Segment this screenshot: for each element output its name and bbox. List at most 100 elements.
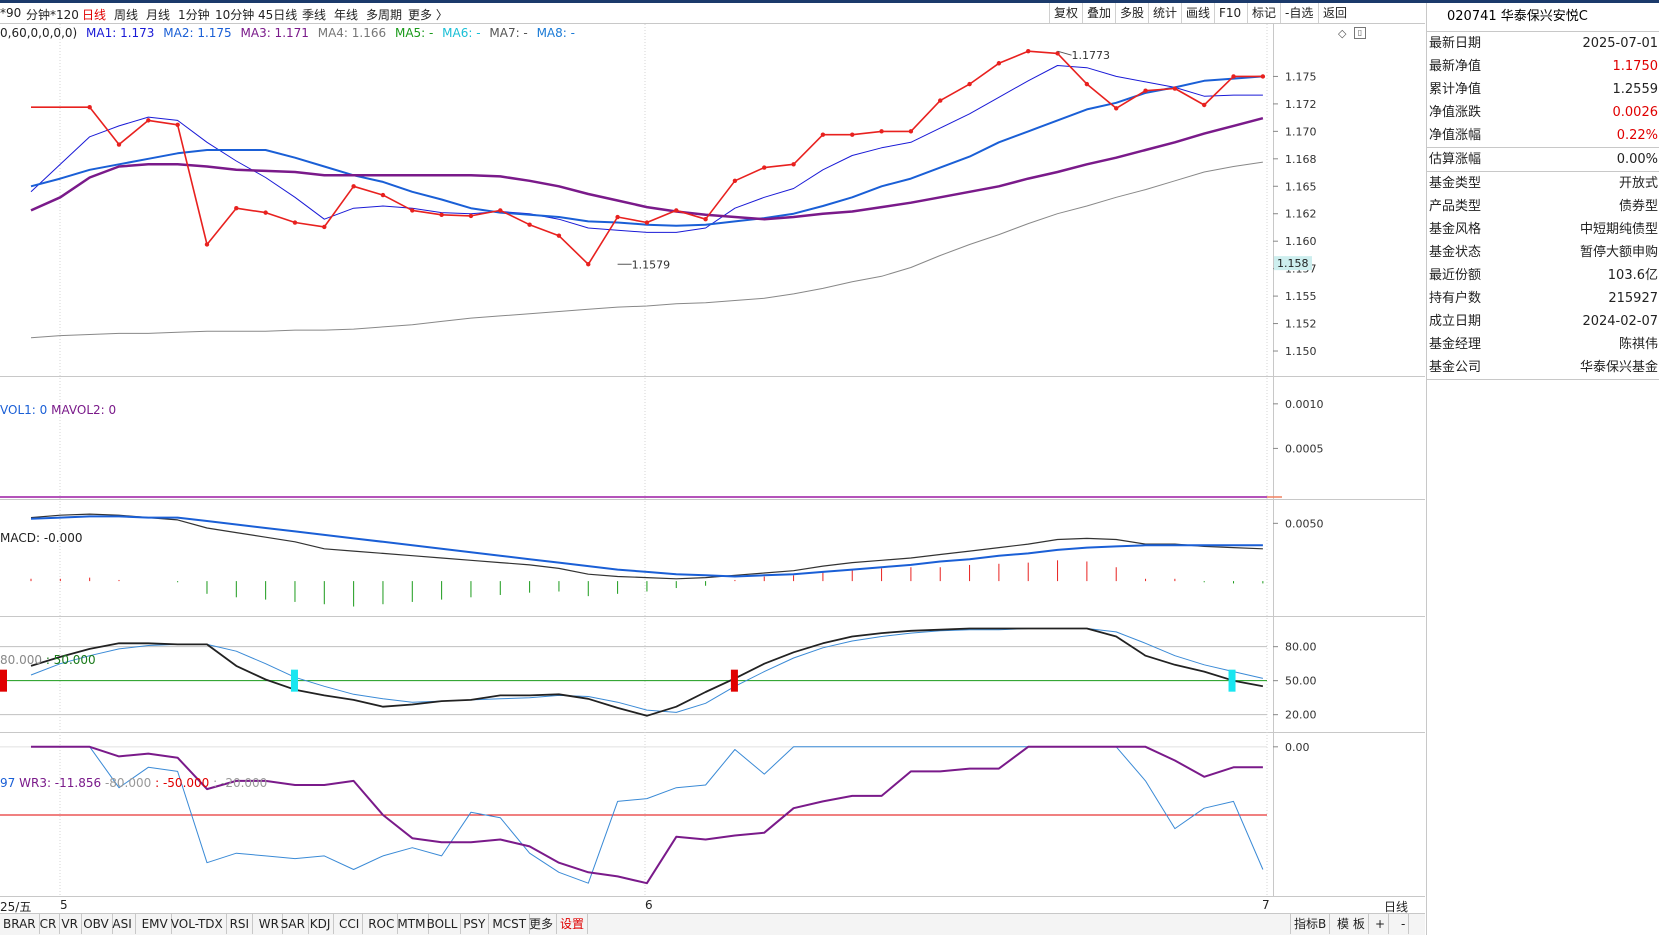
y-tick-label: 0.0005 (1285, 442, 1324, 455)
y-tick-label: 0.0050 (1285, 517, 1324, 530)
fuquan-button[interactable]: 复权 (1049, 3, 1082, 23)
period-minute-120[interactable]: 分钟*120 (26, 6, 79, 23)
ma-legend-item-1: MA1: 1.173 (86, 26, 159, 40)
macd-dif-line (30, 513, 1263, 580)
period-weekly[interactable]: 周线 (114, 6, 138, 23)
data-point (586, 262, 591, 267)
draw-line-button[interactable]: 画线 (1181, 3, 1214, 23)
field-value: 2024-02-07 (1582, 314, 1658, 329)
indicator-b-button[interactable]: 指标B (1290, 914, 1331, 934)
zoom-out-button[interactable]: - (1398, 914, 1410, 934)
y-tick-label: 50.00 (1285, 675, 1317, 688)
back-button[interactable]: 返回 (1318, 3, 1351, 23)
period-1min[interactable]: 1分钟 (178, 6, 210, 23)
indicator-tab-1[interactable]: CR (37, 914, 61, 934)
template-button[interactable]: 模 板 (1334, 914, 1369, 934)
wr-line-2: : -50.000 (155, 776, 210, 790)
field-label: 基金状态 (1429, 245, 1482, 260)
field-value: 215927 (1608, 291, 1658, 306)
ma-legend-item-3: MA3: 1.171 (240, 26, 313, 40)
data-point (732, 178, 738, 183)
field-value: 1.1750 (1612, 59, 1659, 74)
detail-row-3: 基金状态 暂停大额申购 (1427, 241, 1659, 264)
indicator-tab-4[interactable]: ASI (109, 914, 136, 934)
data-point (410, 208, 415, 213)
current-value-label: 1.158 (1277, 257, 1309, 270)
indicator-tab-0[interactable]: BRAR (0, 914, 40, 934)
mark-button[interactable]: 标记 (1247, 3, 1280, 23)
kdj-legend: 80.000 : 50.000 (0, 653, 96, 667)
field-label: 基金风格 (1429, 222, 1482, 237)
mavol-value: MAVOL2: 0 (51, 403, 117, 417)
field-label: 产品类型 (1429, 199, 1482, 214)
data-point (996, 61, 1002, 66)
period-daily[interactable]: 日线 (82, 6, 106, 23)
zoom-in-button[interactable]: + (1372, 914, 1390, 934)
indicator-tab-16[interactable]: MCST (489, 914, 531, 934)
data-point (204, 242, 210, 247)
data-point (292, 220, 298, 225)
y-tick-label: 1.150 (1285, 345, 1317, 358)
period-45day[interactable]: 45日线 (258, 6, 297, 23)
data-point (468, 213, 474, 219)
window-toggle-icon[interactable]: ▯ (1354, 27, 1366, 39)
data-point (146, 118, 151, 123)
y-tick-label: 1.175 (1285, 70, 1317, 83)
indicator-tab-15[interactable]: PSY (460, 914, 490, 934)
nav-row-0: 最新日期 2025-07-01 (1427, 32, 1659, 55)
data-point (850, 132, 855, 137)
kdj-d-value: : 50.000 (45, 653, 96, 667)
detail-row-1: 产品类型 债券型 (1427, 195, 1659, 218)
indicator-tab-2[interactable]: VR (58, 914, 82, 934)
period-quarter[interactable]: 季线 (302, 6, 326, 23)
detail-row-6: 成立日期 2024-02-07 (1427, 310, 1659, 333)
period-multi[interactable]: 多周期 (366, 6, 402, 23)
data-point (674, 208, 679, 213)
data-point (703, 217, 708, 222)
date-tick-6: 6 (645, 898, 653, 912)
ma-legend-item-8: MA8: - (536, 26, 575, 40)
y-tick-label: 1.155 (1285, 290, 1317, 303)
indicator-tab-12[interactable]: ROC (365, 914, 399, 934)
indicator-tab-18[interactable]: 设置 (557, 914, 589, 934)
kdj-cross-marker (1228, 669, 1236, 692)
data-point (380, 192, 386, 198)
indicator-tab-10[interactable]: KDJ (307, 914, 335, 934)
indicator-tab-5[interactable]: EMV (139, 914, 172, 934)
indicator-tab-3[interactable]: OBV (80, 914, 113, 934)
ma-legend-item-6: MA6: - (442, 26, 485, 40)
nav-row-1: 最新净值 1.1750 (1427, 55, 1659, 78)
detail-row-4: 最近份额 103.6亿 (1427, 264, 1659, 287)
field-value: 1.2559 (1612, 82, 1659, 97)
data-point (1202, 102, 1207, 108)
f10-button[interactable]: F10 (1214, 3, 1245, 23)
field-value: 华泰保兴基金 (1579, 360, 1658, 375)
multi-stock-button[interactable]: 多股 (1115, 3, 1148, 23)
period-monthly[interactable]: 月线 (146, 6, 170, 23)
diamond-icon[interactable]: ◇ (1338, 27, 1346, 40)
indicator-tab-9[interactable]: SAR (278, 914, 309, 934)
period-more[interactable]: 更多 〉 (408, 6, 448, 23)
indicator-tab-7[interactable]: RSI (227, 914, 254, 934)
period-year[interactable]: 年线 (334, 6, 358, 23)
period-10min[interactable]: 10分钟 (215, 6, 254, 23)
indicator-tab-11[interactable]: CCI (336, 914, 364, 934)
overlay-button[interactable]: 叠加 (1082, 3, 1115, 23)
stats-button[interactable]: 统计 (1148, 3, 1181, 23)
watchlist-button[interactable]: -自选 (1280, 3, 1317, 23)
y-tick-label: 1.165 (1285, 180, 1317, 193)
data-point (1231, 74, 1236, 79)
period-90[interactable]: *90 (0, 6, 21, 20)
field-value: 暂停大额申购 (1579, 245, 1658, 260)
data-point (1260, 74, 1266, 79)
annotation-label: 1.1773 (1072, 49, 1111, 62)
indicator-tab-17[interactable]: 更多 (526, 914, 558, 934)
indicator-tab-14[interactable]: BOLL (424, 914, 462, 934)
data-point (644, 220, 650, 225)
field-value: 103.6亿 (1607, 268, 1658, 283)
indicator-tab-6[interactable]: VOL-TDX (168, 914, 227, 934)
data-point (556, 233, 562, 238)
ma-legend-items: MA1: 1.173 MA2: 1.175 MA3: 1.171 MA4: 1.… (81, 26, 575, 40)
period-toolbar: *90 分钟*120 日线 周线 月线 1分钟 10分钟 45日线 季线 年线 … (0, 3, 1425, 24)
fund-nav-rows: 最新日期 2025-07-01 最新净值 1.1750 累计净值 1.2559 净值涨跌 0.… (1427, 32, 1659, 147)
